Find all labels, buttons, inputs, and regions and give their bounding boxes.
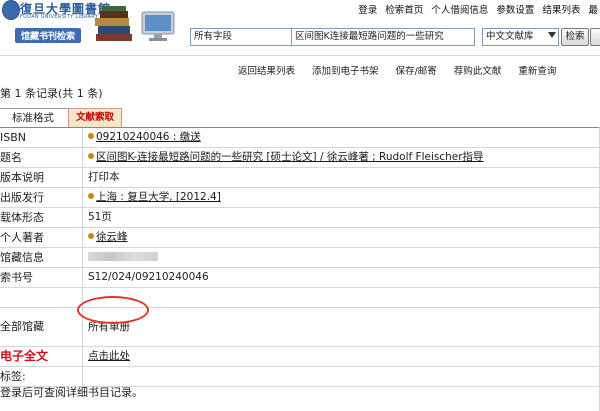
library-logo-english: FUDAN UNIVERSITY LIBRARY	[20, 14, 99, 20]
bullet-icon	[88, 193, 94, 199]
red-annotation-circle	[77, 296, 149, 324]
record-count: 第 1 条记录(共 1 条)	[0, 87, 103, 100]
title-label: 题名	[0, 148, 83, 167]
blurred-holdings-value	[88, 252, 158, 261]
opac-subtitle: 馆藏书刊检索	[15, 28, 82, 43]
login-link[interactable]: 登录	[358, 5, 377, 16]
table-row: 载体形态 51页	[0, 208, 600, 228]
more-link[interactable]: 最	[588, 5, 598, 16]
chevron-down-icon	[548, 32, 556, 38]
back-to-results-link[interactable]: 返回结果列表	[238, 66, 295, 77]
table-row: 索书号 S12/024/09210240046	[0, 268, 600, 288]
personal-author-label: 个人著者	[0, 228, 83, 247]
edition-value: 打印本	[88, 171, 120, 183]
table-row: 个人著者 徐云峰	[0, 228, 600, 248]
search-query-value: 区间图K连接最短路问题的一些研究	[295, 31, 444, 42]
library-header: 復旦大學圖書館 FUDAN UNIVERSITY LIBRARY 馆藏书刊检索 …	[0, 0, 600, 56]
settings-link[interactable]: 参数设置	[496, 5, 534, 16]
record-table: ISBN 09210240046 : 缴送 题名 区间图K-连接最短路问题的一些…	[0, 127, 600, 387]
click-here-link[interactable]: 点击此处	[88, 350, 130, 362]
library-select[interactable]: 中文文献库	[482, 28, 559, 46]
author-link[interactable]: 徐云峰	[96, 231, 128, 243]
fudan-seal-icon	[2, 0, 20, 20]
my-borrowing-link[interactable]: 个人借阅信息	[431, 5, 488, 16]
new-search-link[interactable]: 重新查询	[518, 66, 556, 77]
header-divider	[0, 55, 600, 56]
table-row: 版本说明 打印本	[0, 168, 600, 188]
advanced-search-button[interactable]	[590, 28, 600, 46]
isbn-link[interactable]: 09210240046 : 缴送	[96, 131, 201, 143]
computer-monitor-icon	[141, 11, 175, 41]
login-note: 登录后可查阅详细书目记录。	[0, 386, 143, 399]
tab-document-request[interactable]: 文献索取	[68, 108, 122, 127]
result-list-link[interactable]: 结果列表	[542, 5, 580, 16]
publisher-link[interactable]: 上海 : 复旦大学, [2012.4]	[96, 191, 221, 203]
empty-label	[0, 288, 83, 307]
bullet-icon	[88, 133, 94, 139]
search-field-value: 所有字段	[194, 31, 233, 42]
save-email-link[interactable]: 保存/邮寄	[396, 66, 437, 77]
record-actions: 返回结果列表 添加到电子书架 保存/邮寄 荐购此文献 重新查询	[238, 63, 570, 77]
bullet-icon	[88, 233, 94, 239]
table-row: 出版发行 上海 : 复旦大学, [2012.4]	[0, 188, 600, 208]
fulltext-label: 电子全文	[0, 347, 83, 366]
search-query-input[interactable]: 区间图K连接最短路问题的一些研究	[291, 28, 475, 46]
table-row: 馆藏信息	[0, 248, 600, 268]
search-button[interactable]: 检索	[561, 28, 589, 46]
table-row: 电子全文 点击此处	[0, 347, 600, 367]
search-home-link[interactable]: 检索首页	[385, 5, 423, 16]
holdings-info-label: 馆藏信息	[0, 248, 83, 267]
publisher-label: 出版发行	[0, 188, 83, 207]
tab-standard-format[interactable]: 标准格式	[0, 108, 70, 127]
book-stack-icon	[95, 6, 132, 41]
title-link[interactable]: 区间图K-连接最短路问题的一些研究 [硕士论文] / 徐云峰著 ; Rudolf…	[96, 151, 484, 163]
table-row: ISBN 09210240046 : 缴送	[0, 128, 600, 148]
recommend-purchase-link[interactable]: 荐购此文献	[454, 66, 502, 77]
add-to-ebookshelf-link[interactable]: 添加到电子书架	[312, 66, 379, 77]
call-number-value: S12/024/09210240046	[88, 271, 209, 283]
physical-description-label: 载体形态	[0, 208, 83, 227]
bullet-icon	[88, 153, 94, 159]
edition-label: 版本说明	[0, 168, 83, 187]
physical-description-value: 51页	[88, 211, 112, 223]
isbn-label: ISBN	[0, 128, 83, 147]
all-holdings-label: 全部馆藏	[0, 308, 83, 346]
library-select-value: 中文文献库	[486, 31, 534, 42]
call-number-label: 索书号	[0, 268, 83, 287]
top-navigation: 登录 检索首页 个人借阅信息 参数设置 结果列表 最	[353, 2, 598, 16]
table-row: 题名 区间图K-连接最短路问题的一些研究 [硕士论文] / 徐云峰著 ; Rud…	[0, 148, 600, 168]
